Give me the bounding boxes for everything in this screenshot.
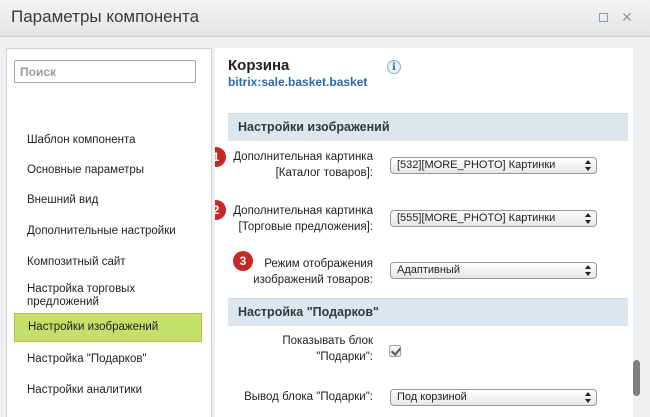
select-arrows-icon (585, 160, 592, 171)
dialog-title: Параметры компонента (11, 7, 200, 26)
field-label-show-gifts: Показывать блок "Подарки": (282, 333, 373, 365)
close-icon[interactable]: ✕ (620, 10, 634, 24)
field-label-image-mode: Режим отображения изображений товаров: (253, 256, 373, 288)
select-arrows-icon (585, 392, 592, 403)
select-arrows-icon (585, 213, 592, 224)
sidebar-item-gifts[interactable]: Настройка "Подарков" (14, 350, 202, 368)
field-label-line: [Торговые предложения]: (238, 221, 373, 233)
component-code: bitrix:sale.basket.basket (228, 75, 368, 89)
select-arrows-icon (585, 265, 592, 276)
sidebar-item-analytics[interactable]: Настройки аналитики (14, 381, 202, 399)
sidebar-item-template[interactable]: Шаблон компонента (14, 131, 202, 149)
field-label-catalog-photo: Дополнительная картинка [Каталог товаров… (233, 149, 373, 181)
maximize-icon[interactable] (596, 10, 610, 24)
offers-photo-select[interactable]: [555][MORE_PHOTO] Картинки (390, 210, 597, 227)
dialog-body: Шаблон компонента Основные параметры Вне… (0, 37, 650, 417)
step-badge-3: 3 (233, 251, 253, 271)
step-badge-1: 1 (215, 147, 226, 167)
sidebar-item-composite[interactable]: Композитный сайт (14, 253, 202, 271)
field-label-gifts-output: Вывод блока "Подарки": (244, 391, 373, 403)
gifts-output-select[interactable]: Под корзиной (390, 389, 597, 406)
info-icon[interactable]: i (387, 60, 401, 74)
sidebar-item-main-params[interactable]: Основные параметры (14, 161, 202, 179)
search-input[interactable] (14, 60, 196, 83)
select-value: Под корзиной (397, 391, 467, 403)
field-label-line: "Подарки": (316, 351, 373, 363)
field-label-line: Дополнительная картинка (233, 205, 373, 217)
scrollbar-thumb[interactable] (633, 360, 640, 396)
select-value: Адаптивный (397, 264, 460, 276)
sidebar-item-offers[interactable]: Настройка торговых предложений (14, 281, 202, 311)
component-title: Корзина (228, 57, 290, 74)
image-mode-select[interactable]: Адаптивный (390, 262, 597, 279)
field-label-line: Показывать блок (282, 335, 373, 347)
show-gifts-checkbox[interactable] (389, 345, 401, 357)
field-label-line: изображений товаров: (253, 274, 373, 286)
dialog-titlebar: Параметры компонента ✕ (0, 0, 650, 37)
select-value: [555][MORE_PHOTO] Картинки (397, 212, 556, 224)
settings-panel: Корзина i bitrix:sale.basket.basket Наст… (215, 48, 635, 417)
catalog-photo-select[interactable]: [532][MORE_PHOTO] Картинки (390, 157, 597, 174)
field-label-offers-photo: Дополнительная картинка [Торговые предло… (233, 203, 373, 235)
step-badge-2: 2 (215, 200, 226, 220)
section-gift-settings: Настройка "Подарков" (228, 298, 628, 326)
field-label-line: [Каталог товаров]: (275, 167, 373, 179)
sidebar-item-additional[interactable]: Дополнительные настройки (14, 222, 202, 240)
select-value: [532][MORE_PHOTO] Картинки (397, 159, 556, 171)
sidebar-item-appearance[interactable]: Внешний вид (14, 191, 202, 209)
field-label-line: Режим отображения (264, 258, 373, 270)
sidebar: Шаблон компонента Основные параметры Вне… (6, 48, 212, 417)
sidebar-item-images[interactable]: Настройки изображений (14, 313, 202, 342)
field-label-line: Дополнительная картинка (233, 151, 373, 163)
section-image-settings: Настройки изображений (228, 113, 628, 141)
